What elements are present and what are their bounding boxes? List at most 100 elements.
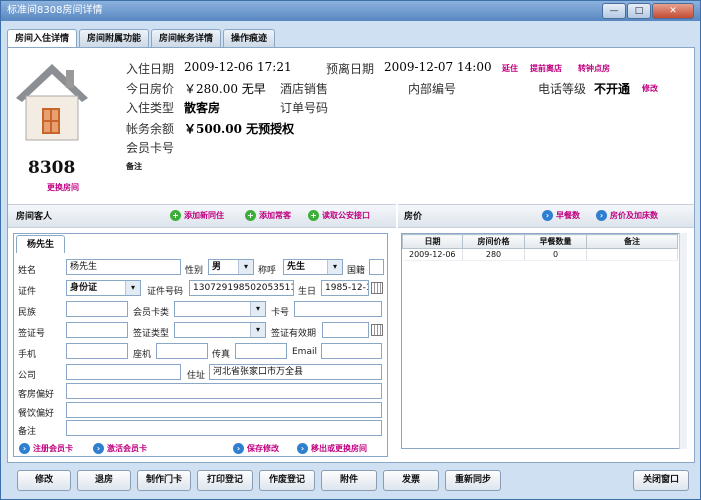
tab-operation-log[interactable]: 操作痕迹 xyxy=(223,29,276,47)
modify-button[interactable]: 修改 xyxy=(17,470,71,491)
activate-member-action[interactable]: › 激活会员卡 xyxy=(93,443,147,454)
internal-no-label: 内部编号 xyxy=(408,82,457,96)
guests-title: 房间客人 xyxy=(16,212,53,222)
tab-bar: 房间入住详情 房间附属功能 房间帐务详情 操作痕迹 xyxy=(7,29,276,48)
landline-input[interactable] xyxy=(156,343,208,359)
col-date: 日期 xyxy=(402,234,463,249)
visa-input[interactable] xyxy=(66,322,128,338)
ethnic-input[interactable] xyxy=(66,301,128,317)
arrow-icon: › xyxy=(297,443,308,454)
save-changes-label: 保存修改 xyxy=(247,444,279,453)
modify-phone-link[interactable]: 修改 xyxy=(642,83,658,94)
cell-breakfast: 0 xyxy=(524,248,587,261)
guest-remark-input[interactable] xyxy=(66,420,382,436)
gender-label: 性别 xyxy=(185,266,204,276)
visa-valid-input[interactable] xyxy=(322,322,369,338)
card-no-input[interactable] xyxy=(294,301,382,317)
room-pref-input[interactable] xyxy=(66,383,382,399)
id-type-label: 证件 xyxy=(18,287,37,297)
balance-value: ￥500.00 无预授权 xyxy=(184,122,295,136)
house-icon xyxy=(16,64,88,141)
table-row[interactable]: 2009-12-06 280 0 xyxy=(402,248,678,261)
cell-price: 280 xyxy=(462,248,525,261)
birthday-input[interactable]: 1985-12-19 xyxy=(321,280,369,296)
phone-level-label: 电话等级 xyxy=(538,82,587,96)
invoice-button[interactable]: 发票 xyxy=(383,470,439,491)
cell-remark xyxy=(586,248,678,261)
checkin-date-label: 入住日期 xyxy=(126,62,175,76)
void-register-button[interactable]: 作废登记 xyxy=(259,470,315,491)
guest-tab[interactable]: 杨先生 xyxy=(16,235,66,253)
address-label: 住址 xyxy=(187,371,206,381)
mobile-label: 手机 xyxy=(18,350,37,360)
plus-icon: + xyxy=(170,210,181,221)
breakfast-label: 早餐数 xyxy=(556,211,580,220)
fax-input[interactable] xyxy=(235,343,287,359)
checkin-date-value: 2009-12-06 17:21 xyxy=(184,60,292,74)
email-input[interactable] xyxy=(321,343,382,359)
name-input[interactable]: 杨先生 xyxy=(66,259,181,275)
email-label: Email xyxy=(292,347,317,357)
card-type-label: 会员卡类 xyxy=(133,308,170,318)
price-table-scrollbar[interactable] xyxy=(679,233,687,449)
close-window-button[interactable]: 关闭窗口 xyxy=(633,470,689,491)
nation-select[interactable] xyxy=(369,259,384,275)
nation-label: 国籍 xyxy=(347,266,366,276)
card-type-select[interactable] xyxy=(174,301,266,317)
print-register-button[interactable]: 打印登记 xyxy=(197,470,253,491)
address-input[interactable]: 河北省张家口市万全县 xyxy=(209,364,382,380)
save-changes-action[interactable]: › 保存修改 xyxy=(233,443,279,454)
close-button[interactable]: ✕ xyxy=(652,3,694,19)
food-pref-input[interactable] xyxy=(66,402,382,418)
id-type-select[interactable]: 身份证 xyxy=(66,280,141,296)
company-input[interactable] xyxy=(66,364,181,380)
move-room-action[interactable]: › 移出或更换房间 xyxy=(297,443,367,454)
calendar-icon[interactable] xyxy=(371,324,383,336)
move-room-label: 移出或更换房间 xyxy=(311,444,367,453)
bottom-toolbar: 修改 退房 制作门卡 打印登记 作废登记 附件 发票 重新同步 关闭窗口 xyxy=(7,466,695,496)
add-guest-label: 添加新同住 xyxy=(184,211,224,220)
guest-remark-label: 备注 xyxy=(18,427,37,437)
extend-stay-link[interactable]: 延住 xyxy=(502,63,518,74)
id-number-label: 证件号码 xyxy=(147,287,184,297)
hourly-room-link[interactable]: 转钟点房 xyxy=(578,63,610,74)
minimize-button[interactable]: — xyxy=(602,3,626,19)
activate-member-label: 激活会员卡 xyxy=(107,444,147,453)
early-leave-link[interactable]: 提前离店 xyxy=(530,63,562,74)
breakfast-action[interactable]: › 早餐数 xyxy=(542,210,580,221)
calendar-icon[interactable] xyxy=(371,282,383,294)
plus-icon: + xyxy=(245,210,256,221)
attachment-button[interactable]: 附件 xyxy=(321,470,377,491)
resync-button[interactable]: 重新同步 xyxy=(445,470,501,491)
id-number-input[interactable]: 130729198502053511 xyxy=(189,280,294,296)
tab-account-details[interactable]: 房间帐务详情 xyxy=(151,29,222,47)
food-pref-label: 餐饮偏好 xyxy=(18,409,55,419)
balance-label: 帐务余额 xyxy=(126,122,175,136)
tab-checkin-details[interactable]: 房间入住详情 xyxy=(7,29,78,48)
type-value: 散客房 xyxy=(184,101,221,115)
add-guest-action[interactable]: + 添加新同住 xyxy=(170,210,224,221)
tab-extra-functions[interactable]: 房间附属功能 xyxy=(79,29,150,47)
read-police-label: 读取公安接口 xyxy=(322,211,370,220)
visa-type-select[interactable] xyxy=(174,322,266,338)
make-card-button[interactable]: 制作门卡 xyxy=(137,470,191,491)
read-police-action[interactable]: + 读取公安接口 xyxy=(308,210,370,221)
cell-date: 2009-12-06 xyxy=(402,248,463,261)
price-extra-action[interactable]: › 房价及加床数 xyxy=(596,210,658,221)
arrow-icon: › xyxy=(233,443,244,454)
price-extra-label: 房价及加床数 xyxy=(610,211,658,220)
arrow-icon: › xyxy=(93,443,104,454)
maximize-button[interactable]: □ xyxy=(627,3,651,19)
title-bar: 标准间8308房间详情 — □ ✕ xyxy=(1,1,700,21)
price-label: 今日房价 xyxy=(126,82,175,96)
checkout-button[interactable]: 退房 xyxy=(77,470,131,491)
change-room-link[interactable]: 更换房间 xyxy=(47,182,79,193)
mobile-input[interactable] xyxy=(66,343,128,359)
gender-select[interactable]: 男 xyxy=(208,259,254,275)
add-frequent-label: 添加常客 xyxy=(259,211,291,220)
price-value: ￥280.00 无早 xyxy=(184,82,266,96)
add-frequent-action[interactable]: + 添加常客 xyxy=(245,210,291,221)
register-member-action[interactable]: › 注册会员卡 xyxy=(19,443,73,454)
title-select[interactable]: 先生 xyxy=(283,259,343,275)
room-detail-window: 标准间8308房间详情 — □ ✕ 房间入住详情 房间附属功能 房间帐务详情 操… xyxy=(0,0,701,500)
